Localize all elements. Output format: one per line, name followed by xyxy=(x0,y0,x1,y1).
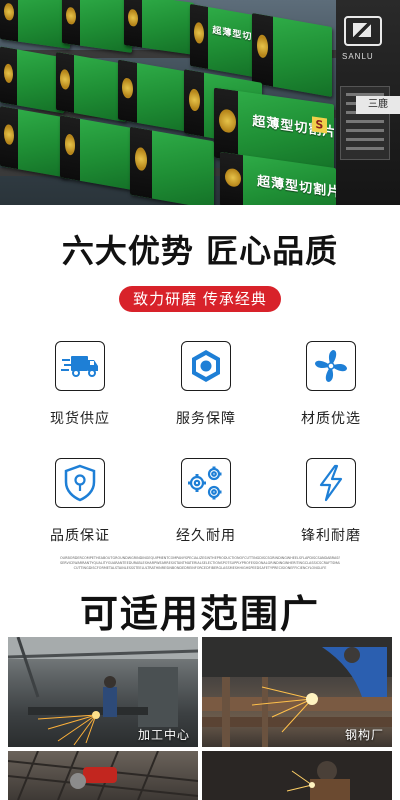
fine-print-line: SERVICEWARRANTYQUALITYGUARANTEEDURABLESH… xyxy=(60,561,340,565)
feature-service: 服务保障 xyxy=(156,341,256,428)
application-photo-grinding xyxy=(8,751,198,800)
product-box xyxy=(0,0,70,49)
product-box xyxy=(0,46,64,114)
shield-icon xyxy=(55,458,105,508)
feature-label: 品质保证 xyxy=(50,528,110,544)
feature-sharp: 锋利耐磨 xyxy=(281,458,381,545)
feature-material: 材质优选 xyxy=(281,341,381,428)
feature-label: 材质优选 xyxy=(301,411,361,427)
advantages-subtitle-badge: 致力研磨 传承经典 xyxy=(119,286,281,312)
product-box xyxy=(124,0,194,55)
brand-logo-icon xyxy=(344,16,382,46)
box-label-text: 超薄型切割片 xyxy=(257,174,336,201)
feature-label: 现货供应 xyxy=(50,411,110,427)
box-mark-badge: S xyxy=(311,116,327,134)
product-box xyxy=(252,12,332,98)
feature-durable: 经久耐用 xyxy=(156,458,256,545)
product-box: 超薄型切割片 xyxy=(190,3,260,79)
product-box xyxy=(56,51,126,123)
fine-print-line: OURBORDERCOMPETHEABOUTGROUNDWGRINDINGEQU… xyxy=(60,556,340,560)
fan-icon xyxy=(306,341,356,391)
feature-spot-supply: 现货供应 xyxy=(30,341,130,428)
photo-caption: 钢构厂 xyxy=(344,728,384,742)
hex-nut-icon xyxy=(181,341,231,391)
truck-icon xyxy=(55,341,105,391)
product-box xyxy=(0,106,68,178)
fine-print-line: CUTTINGDISCFORMETALSTAINLESSSTEELULTRATH… xyxy=(73,566,327,570)
application-photo-machining: 加工中心 xyxy=(8,637,198,747)
brand-sign: SANLU 三鹿 xyxy=(336,0,400,205)
photo-caption: 加工中心 xyxy=(137,728,190,742)
applications-title: 可适用范围广 xyxy=(79,592,320,636)
product-box xyxy=(118,59,192,133)
brand-tag: 三鹿 xyxy=(356,96,400,114)
product-box xyxy=(130,126,214,205)
brand-name: SANLU xyxy=(342,52,374,61)
product-box xyxy=(62,0,132,53)
hero-product-photo: 超薄型切割片 超薄型切割片 S 超薄型切割片 SANLU 三鹿 xyxy=(0,0,400,205)
feature-quality: 品质保证 xyxy=(30,458,130,545)
advantages-title: 六大优势 匠心品质 xyxy=(61,232,339,270)
gears-icon xyxy=(181,458,231,508)
application-photo-steel-structure: 钢构厂 xyxy=(202,637,392,747)
feature-label: 服务保障 xyxy=(176,411,236,427)
lightning-icon xyxy=(306,458,356,508)
feature-label: 锋利耐磨 xyxy=(301,528,361,544)
product-box xyxy=(60,115,136,191)
application-photo-welding xyxy=(202,751,392,800)
feature-label: 经久耐用 xyxy=(176,528,236,544)
